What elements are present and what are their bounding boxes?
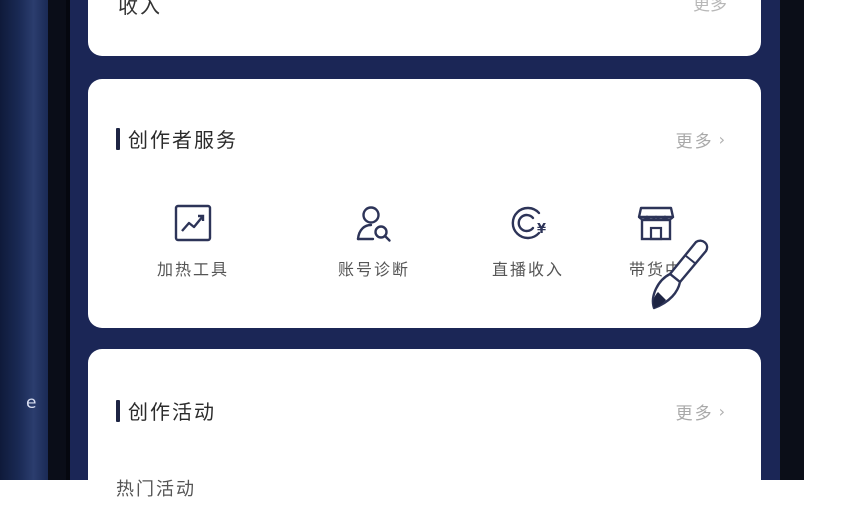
income-more-link[interactable]: 更多 — [693, 0, 727, 15]
income-card: 收入 更多 — [88, 0, 761, 56]
title-accent-bar — [116, 399, 120, 422]
service-label: 加热工具 — [156, 260, 229, 279]
svg-text:¥: ¥ — [537, 222, 546, 237]
paint-brush-icon — [651, 239, 709, 310]
service-label: 直播收入 — [491, 260, 564, 279]
creator-activities-more-link[interactable]: 更多 › — [676, 399, 727, 424]
service-account-diagnosis[interactable]: 账号诊断 — [314, 202, 434, 292]
user-search-icon — [356, 206, 391, 242]
chevron-right-icon: › — [718, 130, 727, 149]
phone-bezel-right — [780, 0, 804, 480]
chevron-right-icon: › — [718, 402, 727, 421]
trending-chart-icon — [174, 204, 212, 242]
activity-list-item[interactable]: 热门活动 — [116, 475, 196, 501]
edge-text: e — [26, 393, 37, 413]
section-title: 创作者服务 — [116, 124, 238, 153]
income-card-title: 收入 — [118, 0, 162, 18]
section-title: 创作活动 — [116, 396, 216, 425]
background-right-edge — [804, 0, 852, 480]
creator-activities-card: 创作活动 更多 › 热门活动 — [88, 349, 761, 509]
creator-services-more-link[interactable]: 更多 › — [676, 127, 727, 152]
service-label: 账号诊断 — [337, 260, 410, 279]
service-heating-tool[interactable]: 加热工具 — [133, 202, 253, 292]
more-label: 更多 — [675, 132, 714, 152]
background-left-edge: e — [0, 0, 48, 480]
creator-services-title: 创作者服务 — [128, 128, 238, 152]
live-revenue-icon: ¥ — [511, 206, 546, 240]
creator-activities-title: 创作活动 — [128, 400, 216, 424]
more-label: 更多 — [675, 404, 714, 424]
service-live-revenue[interactable]: ¥ 直播收入 — [468, 202, 588, 292]
title-accent-bar — [116, 127, 120, 150]
